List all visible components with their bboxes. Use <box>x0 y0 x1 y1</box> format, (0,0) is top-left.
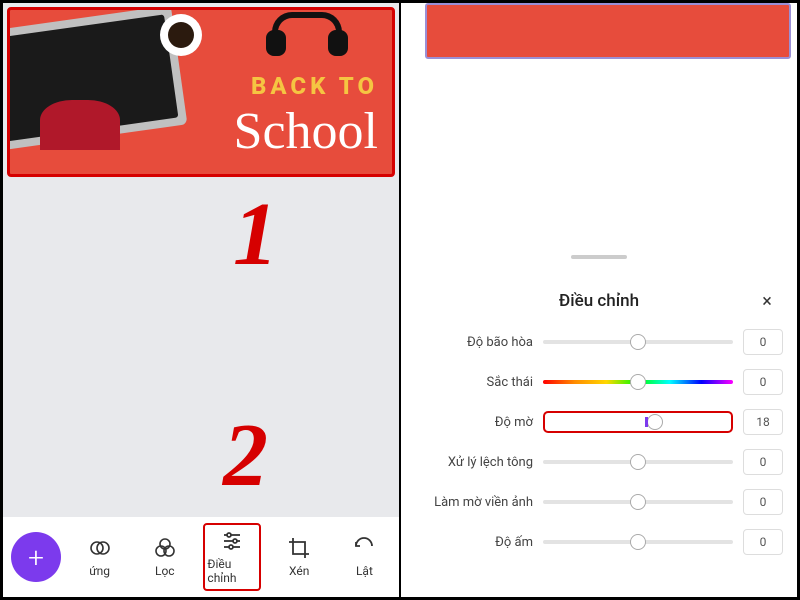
slider-row: Độ bão hòa 0 <box>415 329 783 355</box>
canvas-text-back: BACK TO <box>251 72 378 100</box>
headphones-graphic <box>262 12 352 62</box>
canvas-text-school: School <box>234 102 378 161</box>
slider-list: Độ bão hòa 0 Sắc thái 0 Độ mờ 18 Xử lý lệch tô… <box>415 329 783 555</box>
tool-label: ứng <box>89 564 110 578</box>
slider-label: Độ bão hòa <box>415 335 533 350</box>
slider-track[interactable] <box>543 540 733 544</box>
sheet-handle[interactable] <box>571 255 627 259</box>
left-pane: BACK TO School 1 2 + ứng Lọc Điều chỉnh <box>3 3 401 597</box>
add-button[interactable]: + <box>11 532 61 582</box>
tool-adjust[interactable]: Điều chỉnh <box>203 523 260 591</box>
plus-icon: + <box>28 541 44 574</box>
slider-row: Xử lý lệch tông 0 <box>415 449 783 475</box>
slider-row: Độ mờ 18 <box>415 409 783 435</box>
slider-label: Làm mờ viền ảnh <box>415 495 533 510</box>
app-frame: BACK TO School 1 2 + ứng Lọc Điều chỉnh <box>0 0 800 600</box>
slider-thumb[interactable] <box>630 494 646 510</box>
slider-label: Độ ấm <box>415 535 533 550</box>
tool-effects[interactable]: ứng <box>73 532 126 582</box>
slider-value[interactable]: 0 <box>743 529 783 555</box>
tool-label: Xén <box>289 564 309 578</box>
slider-thumb[interactable] <box>630 374 646 390</box>
adjust-icon <box>220 529 244 553</box>
slider-thumb[interactable] <box>630 534 646 550</box>
slider-row: Sắc thái 0 <box>415 369 783 395</box>
tool-label: Lật <box>356 564 373 578</box>
bottom-toolbar: + ứng Lọc Điều chỉnh Xén Lật <box>3 517 399 597</box>
slider-track[interactable] <box>543 380 733 384</box>
slider-row: Độ ấm 0 <box>415 529 783 555</box>
slider-track[interactable] <box>543 460 733 464</box>
slider-label: Độ mờ <box>415 415 533 430</box>
tool-label: Điều chỉnh <box>207 557 256 585</box>
crop-icon <box>287 536 311 560</box>
slider-label: Sắc thái <box>415 375 533 390</box>
slider-value[interactable]: 0 <box>743 449 783 475</box>
tool-flip[interactable]: Lật <box>338 532 391 582</box>
filter-icon <box>153 536 177 560</box>
slider-value[interactable]: 0 <box>743 369 783 395</box>
tool-crop[interactable]: Xén <box>273 532 326 582</box>
right-pane: 3 Điều chỉnh × Độ bão hòa0Sắc thái0Độ mờ… <box>401 3 797 597</box>
slider-thumb[interactable] <box>647 414 663 430</box>
slider-value[interactable]: 0 <box>743 489 783 515</box>
slider-label: Xử lý lệch tông <box>415 455 533 470</box>
coffee-cup-graphic <box>160 14 202 56</box>
adjust-panel: Điều chỉnh × Độ bão hòa 0 Sắc thái 0 Độ mờ 18… <box>401 273 797 597</box>
slider-value[interactable]: 18 <box>743 409 783 435</box>
panel-title: Điều chỉnh <box>559 291 639 311</box>
slider-track[interactable] <box>543 500 733 504</box>
slider-thumb[interactable] <box>630 454 646 470</box>
close-button[interactable]: × <box>755 289 779 313</box>
slider-tick <box>645 417 648 427</box>
slider-track[interactable] <box>543 340 733 344</box>
slider-track[interactable] <box>543 411 733 433</box>
hands-graphic <box>40 100 120 150</box>
annotation-2: 2 <box>223 404 268 507</box>
panel-header: Điều chỉnh × <box>415 291 783 311</box>
canvas-preview[interactable] <box>425 3 791 59</box>
tool-label: Lọc <box>155 564 175 578</box>
slider-row: Làm mờ viền ảnh 0 <box>415 489 783 515</box>
tool-filter[interactable]: Lọc <box>138 532 191 582</box>
slider-thumb[interactable] <box>630 334 646 350</box>
annotation-1: 1 <box>233 183 278 286</box>
close-icon: × <box>762 291 772 312</box>
canvas-image[interactable]: BACK TO School <box>7 7 395 177</box>
slider-value[interactable]: 0 <box>743 329 783 355</box>
flip-icon <box>352 536 376 560</box>
effects-icon <box>88 536 112 560</box>
